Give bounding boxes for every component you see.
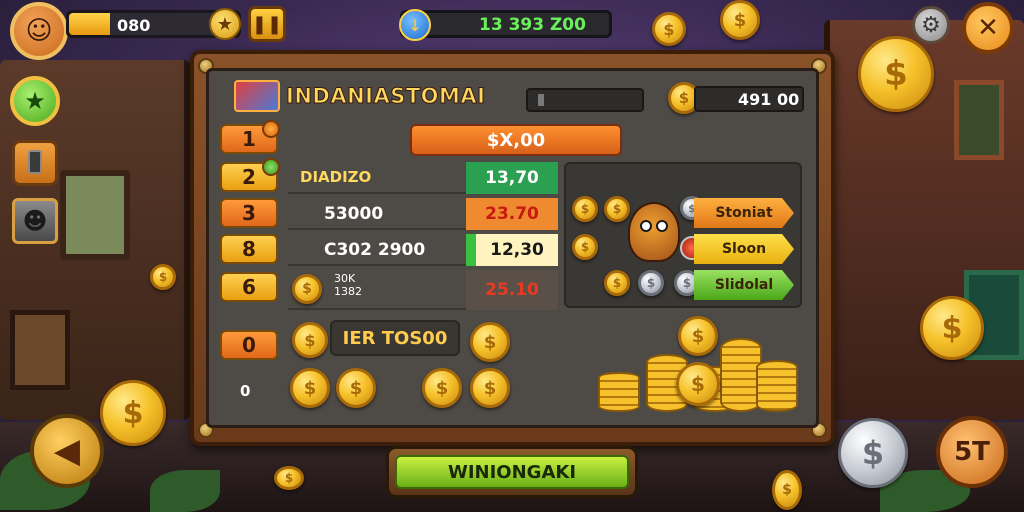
rank-label: 8: [242, 237, 256, 261]
panel-coin-display: 491 00: [694, 86, 804, 112]
table-row[interactable]: $ 30K 1382 25.10: [288, 270, 558, 310]
pause-icon: ❚❚: [251, 13, 283, 35]
star-icon[interactable]: ★: [209, 8, 241, 40]
level-progress-fill: [69, 13, 110, 35]
bottom-total-label: IER TOS00: [330, 320, 460, 356]
gear-icon: ⚙: [921, 12, 941, 38]
bottom-zero-text: 0: [240, 382, 251, 400]
back-button[interactable]: ◀: [30, 414, 104, 488]
creature-eye: [640, 220, 652, 232]
table-row-value: 23.70: [466, 198, 558, 230]
shop-item-button[interactable]: Sloon: [694, 234, 794, 264]
background-leaf: [150, 470, 220, 512]
coin-icon: $: [470, 322, 510, 362]
table-row-value: 25.10: [466, 270, 558, 310]
coin-decoration: $: [274, 466, 304, 490]
text-cursor: [538, 94, 544, 106]
bottom-right-button[interactable]: 5T: [936, 416, 1008, 488]
coin-icon: $: [572, 196, 598, 222]
coin-icon: $: [336, 368, 376, 408]
rank-badge[interactable]: 1: [220, 120, 280, 154]
shop-item-button[interactable]: Stoniat: [694, 198, 794, 228]
panel-coin-total: 491 00: [738, 90, 800, 109]
panel-search-input[interactable]: [526, 88, 644, 112]
settings-button[interactable]: ⚙: [912, 6, 950, 44]
rank-label: 2: [242, 165, 256, 189]
creature-eye: [656, 220, 668, 232]
table-row-label: 30K 1382: [334, 272, 362, 298]
phone-icon: [28, 150, 42, 174]
table-header-row: DIADIZO 13,70: [288, 162, 558, 194]
coin-decoration: $: [772, 470, 802, 510]
character-portrait[interactable]: ☻: [12, 198, 58, 244]
rank-label: 6: [242, 275, 256, 299]
rank-label: 1: [242, 127, 256, 151]
win-button[interactable]: WINIONGAKI: [386, 446, 638, 498]
close-icon: ✕: [977, 13, 999, 43]
shop-list: $ $ $ $ $ $ $ Stoniat Sloon Slidolal: [564, 162, 802, 308]
coin-icon: $: [470, 368, 510, 408]
coin-icon: $: [572, 234, 598, 260]
coin-icon: $: [422, 368, 462, 408]
silver-coin-icon: $: [638, 270, 664, 296]
coin-decoration: $: [100, 380, 166, 446]
table-row[interactable]: 53000 23.70: [288, 198, 558, 230]
background-window: [10, 310, 70, 390]
close-button[interactable]: ✕: [962, 2, 1014, 54]
win-button-label: WINIONGAKI: [395, 455, 629, 489]
creature-mascot: [628, 202, 680, 262]
coin-icon: $: [678, 316, 718, 356]
rank-badge[interactable]: 3: [220, 198, 278, 228]
currency-value: 13 393 Z00: [479, 15, 586, 35]
back-arrow-icon: ◀: [53, 431, 81, 471]
coin-decoration: $: [720, 0, 760, 40]
coin-icon: $: [292, 322, 328, 358]
rank-label: 0: [242, 333, 256, 357]
coin-icon: $: [604, 270, 630, 296]
rank-badge[interactable]: 6: [220, 272, 278, 302]
table-row-value: 12,30: [466, 234, 558, 266]
currency-icon[interactable]: ↓: [399, 9, 431, 41]
coin-decoration: $: [150, 264, 176, 290]
table-header-label: DIADIZO: [300, 168, 372, 186]
level-value: 080: [117, 16, 151, 35]
coin-stack: [598, 372, 640, 412]
phone-button[interactable]: [12, 140, 58, 186]
background-window: [60, 170, 130, 260]
star-icon: ★: [24, 87, 46, 115]
table-header-value: 13,70: [466, 162, 558, 194]
coin-decoration: $: [920, 296, 984, 360]
rank-marker-icon: [262, 158, 280, 176]
background-window: [954, 80, 1004, 160]
coin-icon: $: [604, 196, 630, 222]
coin-decoration: $: [858, 36, 934, 112]
coin-decoration: $: [652, 12, 686, 46]
rank-marker-icon: [262, 120, 280, 138]
leaderboard-panel: INDANIASTOMAI $ 491 00 $X,00 1 2 3 8 6 0…: [190, 50, 835, 446]
pause-button[interactable]: ❚❚: [248, 6, 286, 42]
favorites-button[interactable]: ★: [10, 76, 60, 126]
panel-title: INDANIASTOMAI: [285, 84, 486, 109]
shop-item-button[interactable]: Slidolal: [694, 270, 794, 300]
coin-icon: $: [676, 362, 720, 406]
silver-coin-decoration: $: [838, 418, 908, 488]
rank-badge[interactable]: 2: [220, 158, 280, 192]
rank-badge[interactable]: 8: [220, 234, 278, 264]
coin-icon: $: [292, 274, 322, 304]
rank-badge[interactable]: 0: [220, 330, 278, 360]
table-row-label: 53000: [324, 204, 384, 224]
table-row-label: C302 2900: [324, 240, 426, 260]
table-row[interactable]: C302 2900 12,30: [288, 234, 558, 266]
coin-stack: [756, 360, 798, 412]
title-icon: [234, 80, 280, 112]
score-table: DIADIZO 13,70 53000 23.70 C302 2900 12,3…: [288, 162, 558, 312]
avatar-icon[interactable]: ☺: [10, 2, 68, 60]
currency-display: ↓ 13 393 Z00: [399, 9, 612, 41]
header-value-pill[interactable]: $X,00: [410, 124, 622, 156]
rank-label: 3: [242, 201, 256, 225]
coin-icon: $: [290, 368, 330, 408]
